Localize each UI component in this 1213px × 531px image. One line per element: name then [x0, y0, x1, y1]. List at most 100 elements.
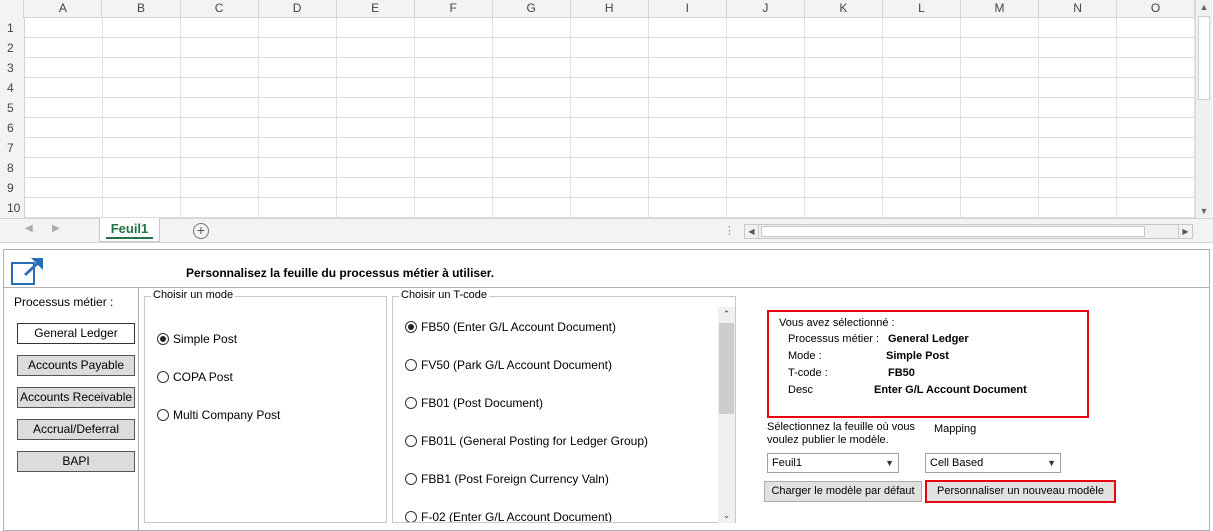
radio-icon[interactable]	[405, 397, 417, 409]
load-default-template-button[interactable]: Charger le modèle par défaut	[764, 481, 922, 502]
grid-cell[interactable]	[961, 158, 1039, 178]
sheet-dropdown[interactable]: Feuil1 ▼	[767, 453, 899, 473]
row-header[interactable]: 5	[0, 98, 25, 118]
grid-cell[interactable]	[259, 38, 337, 58]
grid-cell[interactable]	[649, 138, 727, 158]
row-header[interactable]: 2	[0, 38, 25, 58]
horizontal-scroll-thumb[interactable]	[761, 226, 1145, 237]
grid-cell[interactable]	[337, 98, 415, 118]
horizontal-scrollbar[interactable]: ◀ ▶	[744, 224, 1193, 239]
grid-cell[interactable]	[727, 178, 805, 198]
grid-cell[interactable]	[415, 118, 493, 138]
grid-cell[interactable]	[571, 198, 649, 218]
tcode-scroll-thumb[interactable]	[719, 323, 734, 414]
grid-cell[interactable]	[571, 178, 649, 198]
grid-cell[interactable]	[103, 38, 181, 58]
grid-cell[interactable]	[883, 158, 961, 178]
tcode-option-fbb1[interactable]: FBB1 (Post Foreign Currency Valn)	[405, 472, 609, 486]
grid-cell[interactable]	[493, 98, 571, 118]
grid-cell[interactable]	[883, 38, 961, 58]
grid-cell[interactable]	[415, 158, 493, 178]
grid-cell[interactable]	[961, 198, 1039, 218]
grid-cell[interactable]	[571, 38, 649, 58]
grid-cell[interactable]	[1039, 198, 1118, 218]
grid-cell[interactable]	[337, 198, 415, 218]
column-header-e[interactable]: E	[337, 0, 415, 18]
customize-new-template-button[interactable]: Personnaliser un nouveau modèle	[925, 480, 1116, 503]
grid-cell[interactable]	[25, 58, 103, 78]
grid-cell[interactable]	[727, 158, 805, 178]
grid-cell[interactable]	[961, 138, 1039, 158]
grid-cell[interactable]	[493, 178, 571, 198]
row-header[interactable]: 1	[0, 18, 25, 38]
sheet-tab-feuil1[interactable]: Feuil1	[99, 218, 160, 242]
grid-cell[interactable]	[103, 118, 181, 138]
grid-cell[interactable]	[25, 178, 103, 198]
process-button-bapi[interactable]: BAPI	[17, 451, 135, 472]
grid-cell[interactable]	[493, 18, 571, 38]
radio-selected-icon[interactable]	[405, 321, 417, 333]
column-header-g[interactable]: G	[493, 0, 571, 18]
grid-cell[interactable]	[1039, 18, 1118, 38]
grid-cell[interactable]	[259, 178, 337, 198]
tab-scroll-left-icon[interactable]: ◀	[25, 223, 33, 234]
grid-cell[interactable]	[649, 178, 727, 198]
grid-cell[interactable]	[805, 138, 883, 158]
column-header-l[interactable]: L	[883, 0, 961, 18]
grid-cell[interactable]	[649, 158, 727, 178]
grid-cell[interactable]	[337, 158, 415, 178]
grid-cell[interactable]	[259, 98, 337, 118]
grid-cell[interactable]	[259, 138, 337, 158]
grid-cell[interactable]	[727, 138, 805, 158]
grid-cell[interactable]	[571, 98, 649, 118]
process-button-general-ledger[interactable]: General Ledger	[17, 323, 135, 344]
tcode-option-f02[interactable]: F-02 (Enter G/L Account Document)	[405, 510, 612, 522]
grid-cell[interactable]	[883, 78, 961, 98]
mode-option-simple-post[interactable]: Simple Post	[157, 332, 237, 346]
grid-cell[interactable]	[415, 138, 493, 158]
process-button-accrual-deferral[interactable]: Accrual/Deferral	[17, 419, 135, 440]
grid-cell[interactable]	[103, 18, 181, 38]
grid-cell[interactable]	[259, 58, 337, 78]
grid-cell[interactable]	[493, 138, 571, 158]
grid-cell[interactable]	[883, 58, 961, 78]
grid-cell[interactable]	[493, 158, 571, 178]
row-header[interactable]: 9	[0, 178, 25, 198]
grid-cell[interactable]	[337, 18, 415, 38]
grid-cell[interactable]	[961, 38, 1039, 58]
grid-cell[interactable]	[1117, 118, 1196, 138]
column-header-j[interactable]: J	[727, 0, 805, 18]
grid-cell[interactable]	[883, 178, 961, 198]
grid-cell[interactable]	[727, 118, 805, 138]
grid-cell[interactable]	[415, 18, 493, 38]
row-header[interactable]: 7	[0, 138, 25, 158]
grid-cell[interactable]	[727, 198, 805, 218]
grid-cell[interactable]	[181, 98, 259, 118]
grid-cell[interactable]	[649, 58, 727, 78]
tab-options-icon[interactable]: ⋮	[724, 224, 735, 237]
grid-cell[interactable]	[649, 198, 727, 218]
tcode-option-fv50[interactable]: FV50 (Park G/L Account Document)	[405, 358, 612, 372]
column-header-m[interactable]: M	[961, 0, 1040, 18]
grid-cell[interactable]	[1117, 158, 1196, 178]
grid-cell[interactable]	[1039, 98, 1118, 118]
column-header-c[interactable]: C	[181, 0, 259, 18]
grid-cell[interactable]	[1117, 18, 1196, 38]
grid-cell[interactable]	[181, 18, 259, 38]
process-button-accounts-payable[interactable]: Accounts Payable	[17, 355, 135, 376]
grid-cell[interactable]	[103, 158, 181, 178]
grid-cell[interactable]	[805, 198, 883, 218]
grid-cell[interactable]	[961, 98, 1039, 118]
grid-cell[interactable]	[1039, 58, 1118, 78]
grid-cell[interactable]	[181, 138, 259, 158]
grid-cell[interactable]	[25, 138, 103, 158]
mode-option-multi-company-post[interactable]: Multi Company Post	[157, 408, 280, 422]
grid-cell[interactable]	[259, 78, 337, 98]
grid-cell[interactable]	[415, 198, 493, 218]
grid-cell[interactable]	[103, 78, 181, 98]
grid-cell[interactable]	[883, 118, 961, 138]
grid-cell[interactable]	[25, 198, 103, 218]
tcode-option-fb50[interactable]: FB50 (Enter G/L Account Document)	[405, 320, 616, 334]
grid-cell[interactable]	[805, 18, 883, 38]
chevron-down-icon[interactable]: ⌄	[718, 508, 735, 523]
